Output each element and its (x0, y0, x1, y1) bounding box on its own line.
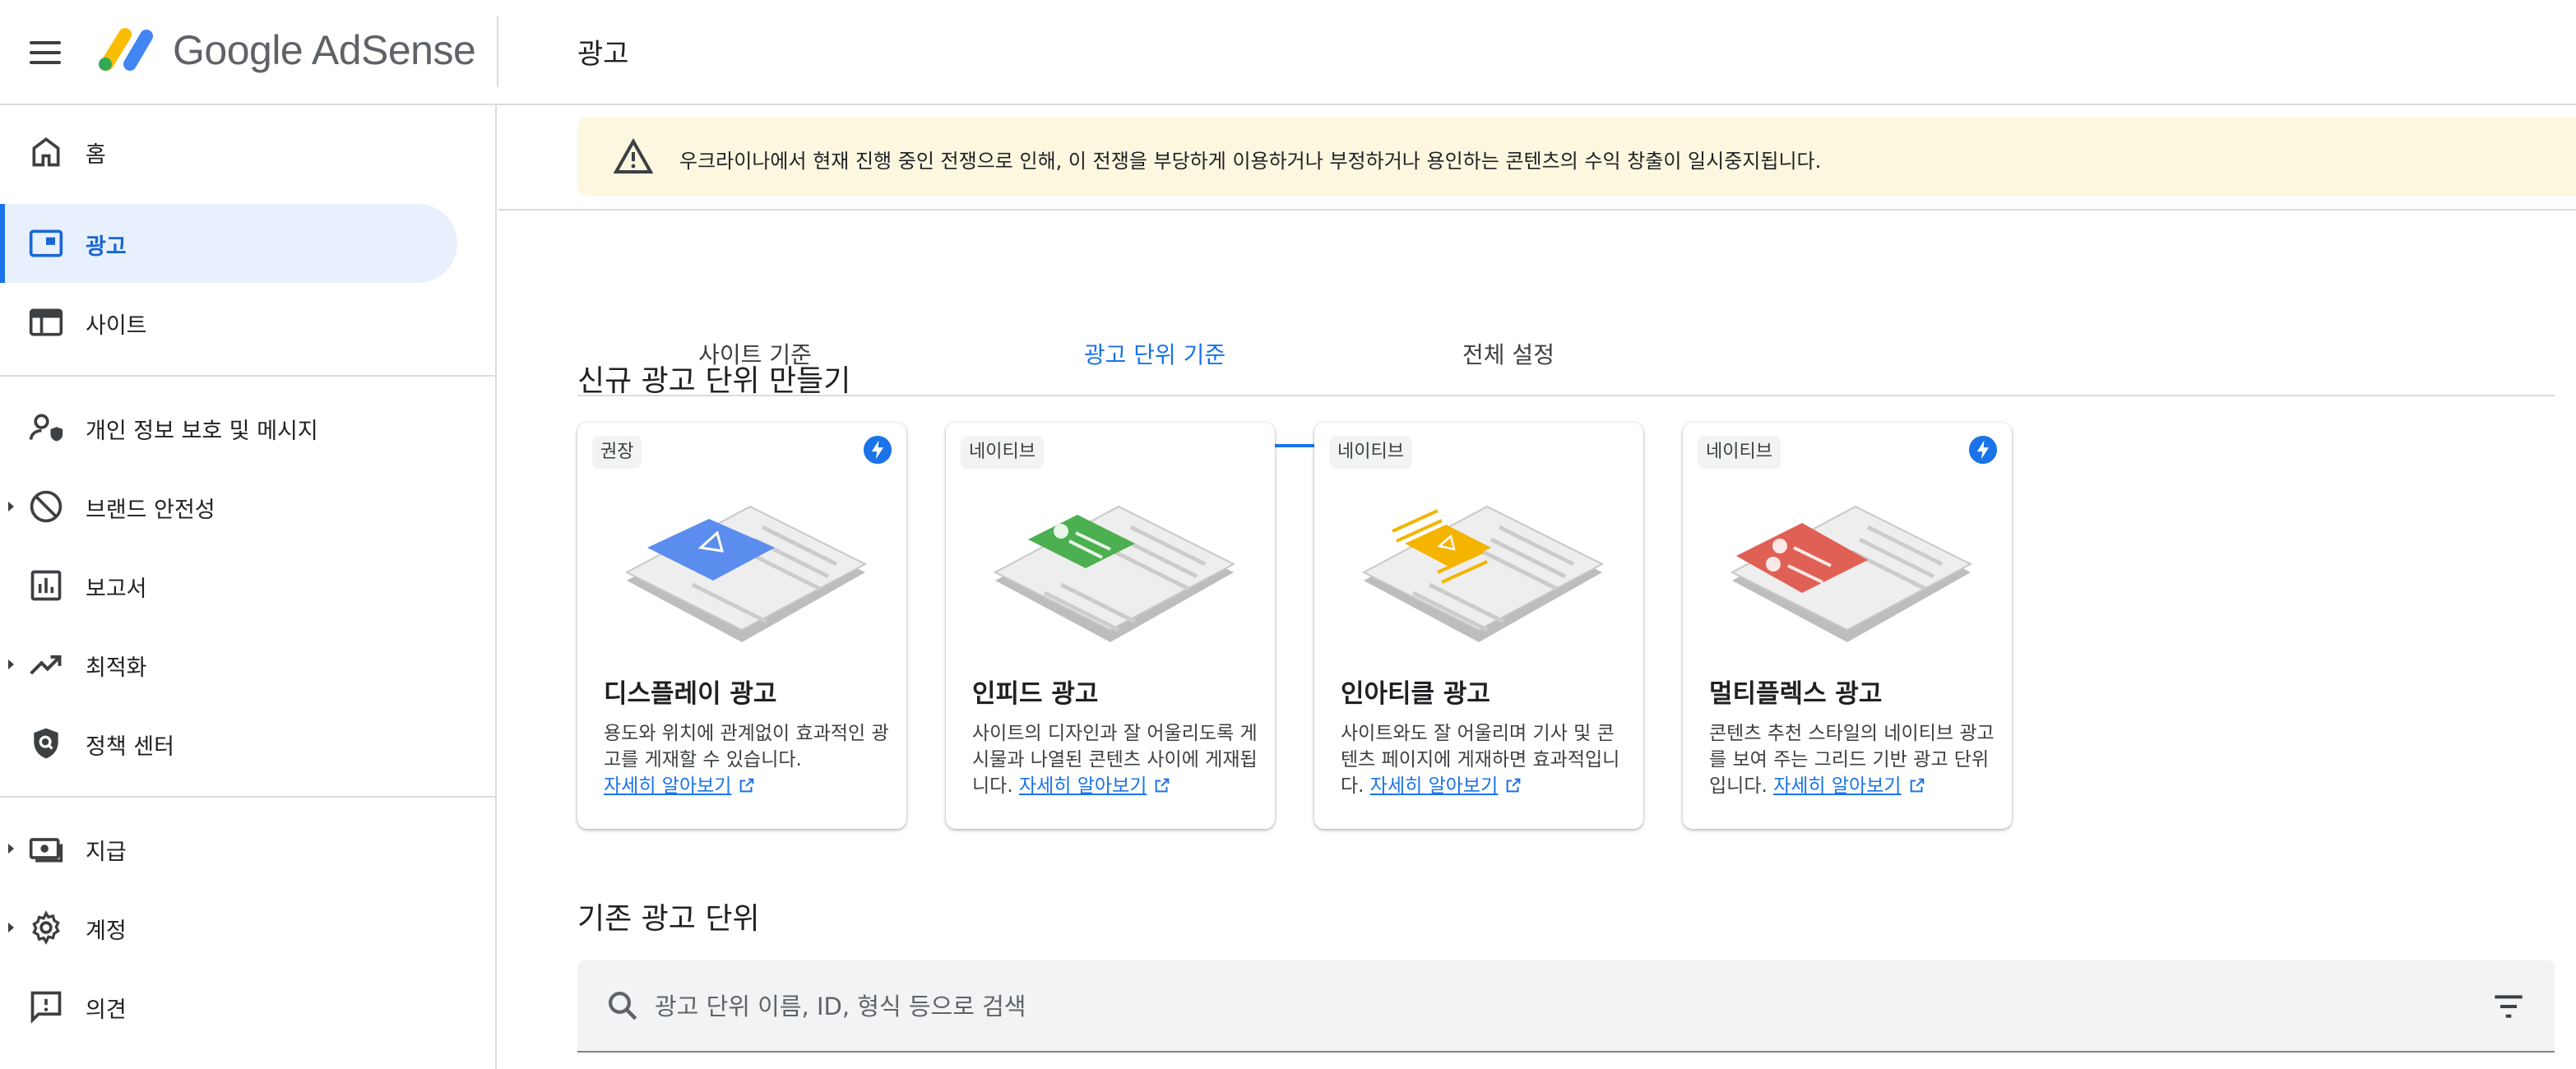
adsense-logo-icon (99, 28, 153, 71)
lightning-bolt-icon (1969, 436, 1997, 464)
alert-text: 우크라이나에서 현재 진행 중인 전쟁으로 인해, 이 전쟁을 부당하게 이용하… (679, 150, 1822, 173)
sidebar-divider (0, 375, 497, 377)
sidebar-item-privacy-messaging[interactable]: 개인 정보 보호 및 메시지 (0, 388, 457, 467)
learn-more-link[interactable]: 자세히 알아보기 (1773, 775, 1901, 797)
app-name: Google AdSense (173, 27, 476, 73)
filter-icon[interactable] (2492, 992, 2525, 1021)
card-description: 용도와 위치에 관계없이 효과적인 광고를 게재할 수 있습니다. 자세히 알아보… (604, 723, 889, 797)
card-title: 디스플레이 광고 (604, 679, 777, 709)
sidebar-item-brand-safety[interactable]: 브랜드 안전성 (0, 467, 457, 546)
tab-label: 광고 단위 기준 (1083, 341, 1226, 368)
card-badge: 권장 (592, 436, 642, 469)
sidebar-item-home[interactable]: 홈 (0, 112, 457, 191)
sidebar-item-label: 사이트 (86, 313, 147, 339)
block-icon (30, 490, 63, 523)
search-icon (609, 992, 637, 1020)
in-article-ad-illustration (1361, 505, 1605, 642)
sidebar-item-label: 브랜드 안전성 (86, 497, 215, 523)
policy-shield-icon (34, 728, 58, 759)
sidebar-item-ads[interactable]: 광고 (0, 204, 457, 283)
search-input[interactable] (655, 983, 2415, 1030)
main-content: 우크라이나에서 현재 진행 중인 전쟁으로 인해, 이 전쟁을 부당하게 이용하… (498, 105, 2576, 1069)
multiplex-ad-illustration (1730, 505, 1973, 642)
open-in-new-icon (1156, 778, 1170, 793)
gear-icon (32, 910, 60, 945)
sidebar-item-reports[interactable]: 보고서 (0, 546, 457, 625)
in-feed-ad-card[interactable]: 네이티브 인피드 광고 사이트의 디자인과 잘 어울리도록 게시물과 나열된 콘… (946, 423, 1275, 829)
in-article-ad-card[interactable]: 네이티브 인아티클 광고 사이트와도 잘 어울리며 기사 및 콘텐츠 페이지에 … (1314, 423, 1643, 829)
feedback-icon (30, 991, 62, 1024)
page-title: 광고 (577, 38, 629, 71)
card-title: 인피드 광고 (972, 679, 1099, 709)
ad-unit-search-bar (577, 960, 2555, 1053)
sidebar-item-label: 최적화 (86, 655, 147, 681)
sidebar-item-label: 홈 (86, 142, 106, 168)
home-icon (32, 137, 60, 167)
sidebar-item-label: 계정 (86, 919, 127, 944)
existing-section-title: 기존 광고 단위 (577, 902, 760, 936)
hamburger-menu-icon[interactable] (28, 36, 64, 69)
learn-more-link[interactable]: 자세히 알아보기 (1370, 775, 1498, 797)
expand-arrow-icon[interactable] (8, 923, 14, 932)
tab-label: 전체 설정 (1462, 341, 1554, 368)
display-ad-illustration (624, 505, 868, 642)
learn-more-link[interactable]: 자세히 알아보기 (1019, 775, 1147, 797)
card-badge: 네이티브 (1698, 436, 1781, 469)
create-section-title: 신규 광고 단위 만들기 (577, 364, 851, 398)
expand-arrow-icon[interactable] (8, 502, 14, 511)
sites-icon (29, 308, 63, 336)
in-feed-ad-illustration (993, 505, 1236, 642)
sidebar-item-feedback[interactable]: 의견 (0, 967, 457, 1046)
war-notice-banner: 우크라이나에서 현재 진행 중인 전쟁으로 인해, 이 전쟁을 부당하게 이용하… (577, 117, 2576, 196)
reports-icon (30, 570, 62, 601)
learn-more-link[interactable]: 자세히 알아보기 (604, 775, 731, 797)
warning-icon (614, 138, 653, 174)
card-badge: 네이티브 (961, 436, 1044, 469)
card-badge: 네이티브 (1329, 436, 1412, 469)
privacy-messaging-icon (29, 414, 63, 442)
payments-icon (29, 838, 63, 863)
sidebar-item-account[interactable]: 계정 (0, 888, 457, 967)
sidebar-item-sites[interactable]: 사이트 (0, 283, 457, 362)
card-title: 멀티플렉스 광고 (1709, 679, 1883, 709)
multiplex-ad-card[interactable]: 네이티브 멀티플렉스 광고 콘텐츠 추천 스타일의 네이티브 광고를 보여 주는… (1683, 423, 2012, 829)
sidebar-item-label: 지급 (86, 840, 127, 865)
card-title: 인아티클 광고 (1341, 679, 1490, 709)
card-description: 콘텐츠 추천 스타일의 네이티브 광고를 보여 주는 그리드 기반 광고 단위입… (1709, 723, 1995, 797)
sidebar-item-label: 개인 정보 보호 및 메시지 (86, 419, 318, 444)
sidebar-item-label: 의견 (86, 997, 127, 1023)
header-divider (497, 16, 498, 87)
expand-arrow-icon[interactable] (8, 844, 14, 854)
open-in-new-icon (1506, 778, 1521, 793)
sidebar-item-policy-center[interactable]: 정책 센터 (0, 704, 457, 783)
card-description: 사이트와도 잘 어울리며 기사 및 콘텐츠 페이지에 게재하면 효과적입니다. … (1341, 723, 1620, 797)
ads-icon (29, 229, 63, 257)
trending-up-icon (30, 655, 62, 675)
open-in-new-icon (740, 778, 754, 793)
open-in-new-icon (1910, 778, 1924, 793)
sidebar-item-optimization[interactable]: 최적화 (0, 625, 457, 704)
sidebar-item-label: 정책 센터 (86, 734, 174, 760)
tab-bar: 사이트 기준 광고 단위 기준 전체 설정 (577, 211, 2555, 447)
expand-arrow-icon[interactable] (8, 659, 14, 669)
sidebar: 홈 광고 사이트 개인 정보 보호 및 메시지 브랜드 안전성 보고서 최적화 … (0, 105, 497, 1069)
top-app-bar: Google AdSense 광고 (0, 0, 2576, 105)
display-ad-card[interactable]: 권장 디스플레이 광고 용도와 위치에 관계없이 효과적인 광고를 게재할 수 … (577, 423, 906, 829)
lightning-bolt-icon (864, 436, 892, 464)
card-description: 사이트의 디자인과 잘 어울리도록 게시물과 나열된 콘텐츠 사이에 게재됩니다… (972, 723, 1258, 797)
sidebar-item-label: 광고 (86, 234, 127, 260)
sidebar-item-payments[interactable]: 지급 (0, 809, 457, 888)
sidebar-divider (0, 796, 497, 798)
sidebar-item-label: 보고서 (86, 576, 147, 602)
